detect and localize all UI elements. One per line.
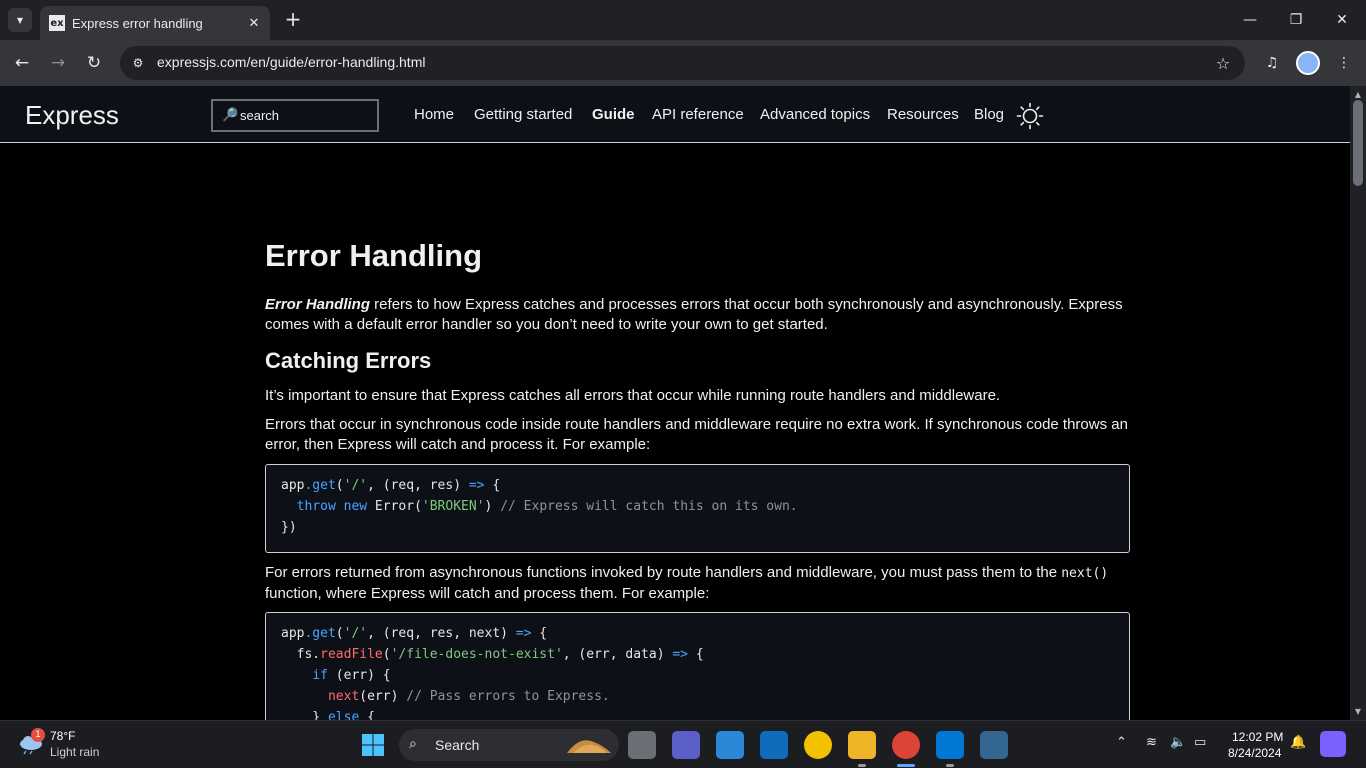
windows-start-icon[interactable] (361, 733, 385, 757)
inline-code-next: next() (1061, 566, 1109, 581)
scroll-up-arrow-icon[interactable]: ▲ (1353, 89, 1363, 99)
code-block-sync: app.get('/', (req, res) => { throw new E… (265, 464, 1130, 553)
mail-icon[interactable] (760, 731, 788, 759)
paragraph-async: For errors returned from asynchronous fu… (265, 563, 1130, 603)
tab-close-icon[interactable]: ✕ (244, 13, 264, 33)
site-info-icon[interactable]: ⚙ (128, 53, 148, 73)
search-highlight-illustration-icon (567, 740, 611, 753)
teams-icon[interactable] (672, 731, 700, 759)
page-scrollbar[interactable]: ▲ ▼ (1350, 86, 1366, 720)
search-icon: 🔎 (222, 108, 239, 123)
nav-resources[interactable]: Resources (887, 106, 959, 126)
browser-tab[interactable]: ex Express error handling ✕ (40, 6, 270, 40)
notification-bell-icon[interactable]: 🔔 (1290, 735, 1306, 750)
express-logo[interactable]: Express (25, 100, 119, 131)
profile-avatar[interactable] (1296, 51, 1320, 75)
paragraph-ensure: It’s important to ensure that Express ca… (265, 387, 1001, 404)
chrome-icon[interactable] (804, 731, 832, 759)
page-viewport: Express 🔎 search Home Getting started Gu… (0, 86, 1350, 720)
clock-time[interactable]: 12:02 PM (1232, 730, 1283, 744)
async-text-after: function, where Express will catch and p… (265, 584, 710, 602)
forward-arrow-icon[interactable]: → (46, 51, 70, 75)
explorer-running-indicator (858, 764, 866, 767)
intro-text: refers to how Express catches and proces… (265, 296, 1123, 333)
postgresql-icon[interactable] (980, 731, 1008, 759)
copilot-icon[interactable] (1320, 731, 1346, 757)
reload-icon[interactable]: ↻ (82, 51, 106, 75)
paragraph-sync: Errors that occur in synchronous code in… (265, 416, 1128, 453)
bookmark-star-icon[interactable]: ☆ (1213, 53, 1233, 73)
nav-getting-started[interactable]: Getting started (474, 106, 572, 126)
browser-toolbar: ← → ↻ ⚙ expressjs.com/en/guide/error-han… (0, 40, 1366, 86)
volume-icon[interactable]: 🔈 (1170, 735, 1186, 750)
nav-api-reference[interactable]: API reference (652, 106, 744, 126)
intro-paragraph: Error Handling refers to how Express cat… (265, 295, 1130, 334)
taskbar-search-icon: ⌕ (409, 736, 417, 752)
media-controls-icon[interactable]: ♫ (1260, 51, 1284, 75)
vscode-icon[interactable] (936, 731, 964, 759)
restore-icon[interactable]: ❐ (1284, 8, 1308, 32)
site-header: Express 🔎 search Home Getting started Gu… (0, 86, 1350, 143)
clock-date[interactable]: 8/24/2024 (1228, 746, 1281, 760)
scroll-down-arrow-icon[interactable]: ▼ (1353, 706, 1363, 716)
file-explorer-icon[interactable] (848, 731, 876, 759)
chrome-active-indicator (897, 764, 915, 767)
windows-taskbar: 1 78°F Light rain ⌕ Search ⌃ ≋ 🔈 ▭ 12:02… (0, 720, 1366, 768)
chrome-profile-icon[interactable] (892, 731, 920, 759)
code-block-async: app.get('/', (req, res, next) => { fs.re… (265, 612, 1130, 720)
new-tab-plus-icon[interactable]: + (282, 9, 304, 31)
url-text[interactable]: expressjs.com/en/guide/error-handling.ht… (157, 54, 425, 70)
scroll-thumb[interactable] (1353, 100, 1363, 186)
taskbar-search[interactable]: ⌕ Search (399, 729, 619, 761)
microsoft-store-icon[interactable] (716, 731, 744, 759)
nav-advanced-topics[interactable]: Advanced topics (760, 106, 870, 126)
tab-strip: ▾ ex Express error handling ✕ + — ❐ ✕ (0, 0, 1366, 40)
close-window-icon[interactable]: ✕ (1330, 8, 1354, 32)
nav-guide[interactable]: Guide (592, 106, 635, 126)
section-heading-catching-errors: Catching Errors (265, 348, 432, 373)
back-arrow-icon[interactable]: ← (10, 51, 34, 75)
menu-dots-icon[interactable]: ⋮ (1332, 51, 1356, 75)
battery-icon[interactable]: ▭ (1194, 735, 1206, 750)
nav-blog[interactable]: Blog (974, 106, 1004, 126)
taskbar-search-label: Search (435, 737, 480, 753)
async-text-before: For errors returned from asynchronous fu… (265, 564, 1062, 581)
vscode-running-indicator (946, 764, 954, 767)
tray-chevron-icon[interactable]: ⌃ (1116, 735, 1127, 750)
nav-home[interactable]: Home (414, 106, 454, 126)
tab-search-chevron-icon[interactable]: ▾ (8, 8, 32, 32)
minimize-icon[interactable]: — (1238, 8, 1262, 32)
weather-desc[interactable]: Light rain (50, 745, 99, 759)
tab-title: Express error handling (72, 15, 203, 31)
express-favicon-icon: ex (49, 15, 65, 31)
wifi-icon[interactable]: ≋ (1146, 735, 1157, 750)
address-bar[interactable]: ⚙ expressjs.com/en/guide/error-handling.… (120, 46, 1245, 80)
intro-emphasis: Error Handling (265, 296, 371, 313)
search-placeholder: search (240, 108, 280, 123)
weather-temp[interactable]: 78°F (50, 729, 75, 743)
page-title: Error Handling (265, 238, 483, 273)
theme-toggle-sun-icon[interactable] (1016, 102, 1044, 130)
weather-notification-badge: 1 (31, 728, 45, 742)
search-input[interactable]: 🔎 search (211, 99, 379, 132)
task-view-icon[interactable] (628, 731, 656, 759)
